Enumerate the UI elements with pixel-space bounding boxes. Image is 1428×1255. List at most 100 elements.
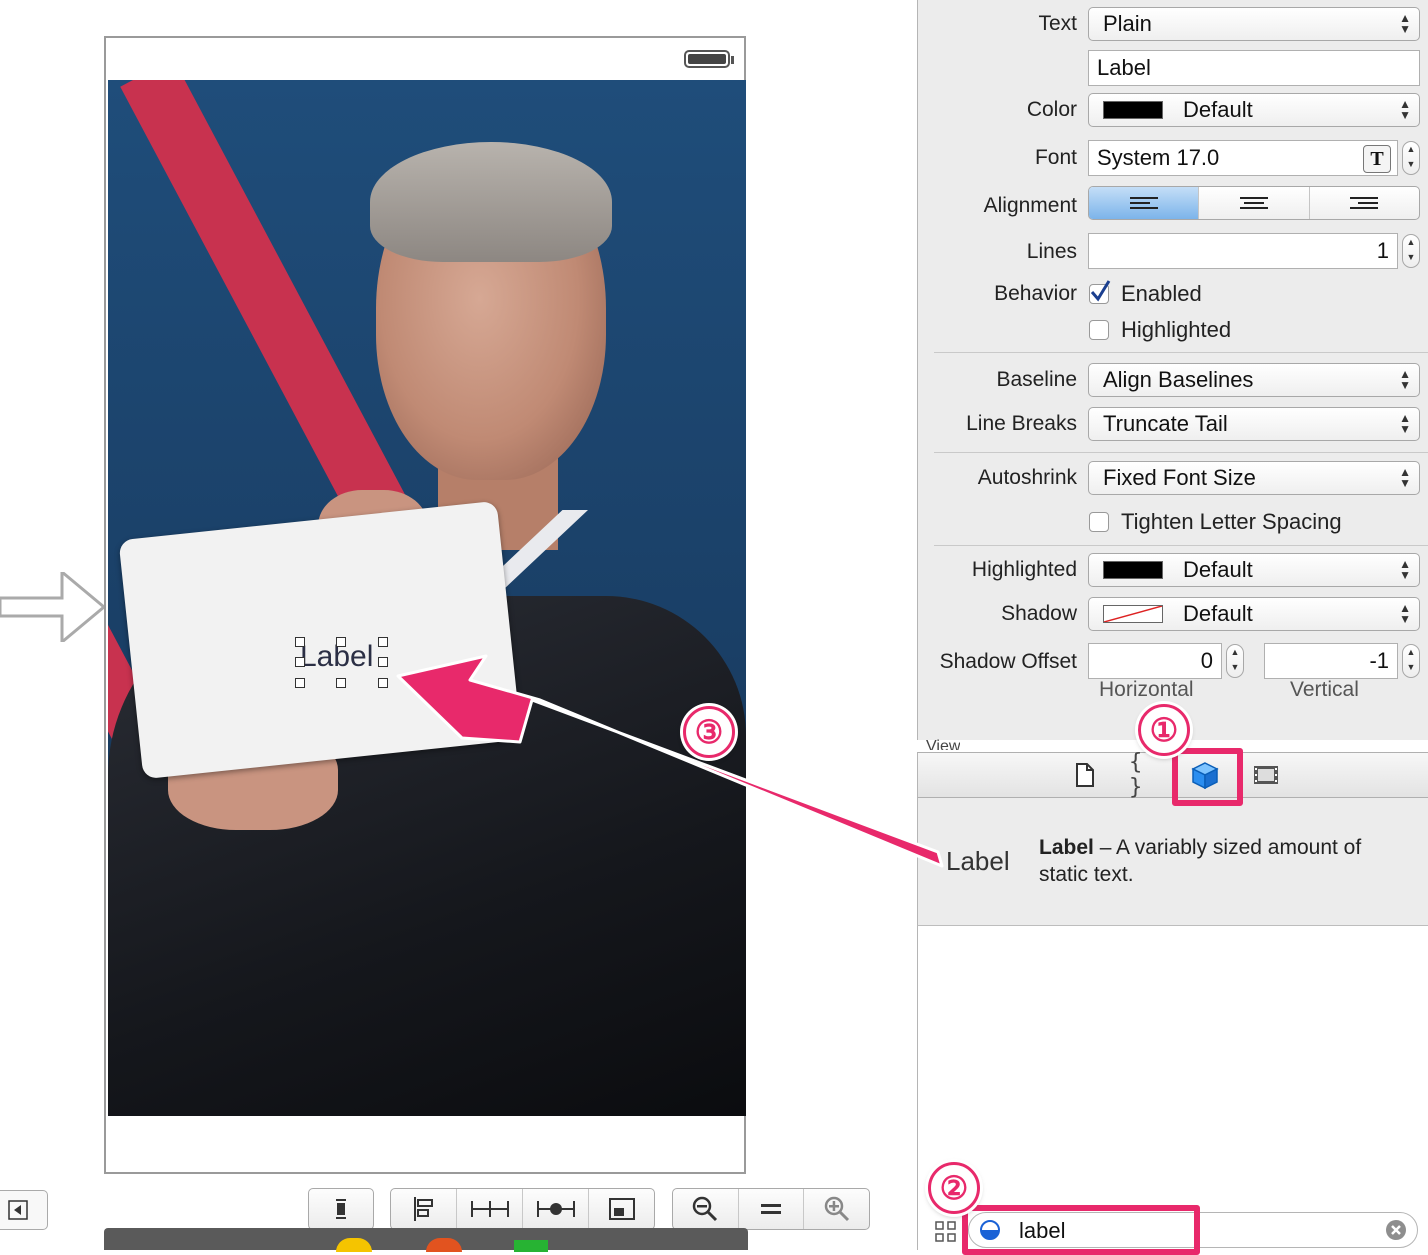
shadow-color-swatch [1103,605,1163,623]
resize-handle[interactable] [378,678,388,688]
popup-arrows-icon: ▲ ▼ [1399,11,1411,36]
code-snippet-tab[interactable]: { } [1129,750,1163,800]
lines-stepper[interactable]: ▲ ▼ [1402,234,1420,268]
popup-arrows-icon: ▲ ▼ [1399,557,1411,582]
shadow-offset-row-label: Shadow Offset [939,650,1077,673]
highlighted-color-swatch [1103,561,1163,579]
resize-handle[interactable] [378,657,388,667]
library-item-detail[interactable]: Label Label – A variably sized amount of… [917,798,1428,926]
battery-tip [731,56,734,64]
shadow-offset-horizontal-field[interactable]: 0 [1088,643,1222,679]
shadow-color-popup[interactable]: Default ▲ ▼ [1088,597,1420,631]
object-library-highlight [1172,748,1243,806]
file-template-tab[interactable] [1068,759,1102,791]
baseline-row-label: Baseline [996,368,1077,391]
step-1-badge: ① [1138,704,1190,756]
resize-handle[interactable] [295,637,305,647]
font-field[interactable]: System 17.0 T [1088,140,1398,176]
resolve-icon [536,1201,575,1217]
text-field[interactable]: Label [1088,50,1420,86]
zoom-fit-button[interactable] [739,1189,805,1229]
shadow-value: Default [1183,601,1253,626]
resize-handle[interactable] [336,637,346,647]
font-size-stepper[interactable]: ▲ ▼ [1402,141,1420,175]
font-value: System 17.0 [1097,145,1220,170]
text-type-popup[interactable]: Plain ▲ ▼ [1088,7,1420,41]
braces-icon: { } [1129,750,1143,800]
zoom-in-button[interactable] [804,1189,869,1229]
filter-highlight [962,1205,1200,1255]
grid-icon[interactable] [935,1221,957,1243]
align-right-button[interactable] [1310,187,1419,219]
highlighted-color-popup[interactable]: Default ▲ ▼ [1088,553,1420,587]
autoshrink-value: Fixed Font Size [1103,465,1256,490]
shadow-offset-vertical-field[interactable]: -1 [1264,643,1398,679]
label-preview: Label [946,846,1010,876]
align-center-button[interactable] [1199,187,1310,219]
alignment-row-label: Alignment [983,194,1077,217]
tighten-label: Tighten Letter Spacing [1121,509,1342,534]
highlighted-value: Default [1183,557,1253,582]
shadow-offset-v-value: -1 [1369,648,1389,673]
align-center-icon [1239,197,1268,209]
resize-handle[interactable] [295,678,305,688]
storyboard-canvas: Label [0,0,917,1252]
color-swatch [1103,101,1163,119]
tighten-checkbox[interactable] [1089,512,1109,532]
lines-field[interactable]: 1 [1088,233,1398,269]
text-row-label: Text [1038,12,1077,35]
resolve-button[interactable] [309,1189,373,1229]
shadow-offset-h-value: 0 [1200,648,1213,673]
enabled-checkbox[interactable] [1089,280,1111,304]
size-class-icon [336,1199,346,1219]
outline-toggle-button[interactable] [0,1190,48,1230]
zoom-in-icon [824,1196,849,1222]
align-left-button[interactable] [1089,187,1200,219]
zoom-out-icon [693,1196,718,1222]
popup-arrows-icon: ▲ ▼ [1399,411,1411,436]
vertical-sublabel: Vertical [1290,678,1359,701]
media-library-tab[interactable] [1249,759,1283,791]
highlighted-checkbox[interactable] [1089,320,1109,340]
resize-handle[interactable] [336,678,346,688]
scene-dock-icon[interactable] [514,1240,548,1252]
vertical-stepper[interactable]: ▲ ▼ [1402,644,1420,678]
color-value: Default [1183,97,1253,122]
popup-arrows-icon: ▲ ▼ [1399,465,1411,490]
resizing-button[interactable] [589,1189,654,1229]
color-popup[interactable]: Default ▲ ▼ [1088,93,1420,127]
clear-icon[interactable] [1385,1219,1407,1241]
lines-value: 1 [1376,238,1389,263]
zoom-fit-icon [761,1204,781,1214]
library-list[interactable] [917,926,1428,1250]
separator [934,452,1428,453]
resolve-layout-group [308,1188,374,1230]
attributes-inspector: Text Plain ▲ ▼ Label Color Default ▲ ▼ Fon… [917,0,1428,750]
resize-handle[interactable] [378,637,388,647]
scene-dock [104,1228,748,1252]
autoshrink-row-label: Autoshrink [977,466,1077,489]
line-breaks-row-label: Line Breaks [966,412,1077,435]
text-field-value: Label [1097,55,1151,80]
popup-arrows-icon: ▲ ▼ [1399,97,1411,122]
highlighted-row-label: Highlighted [971,558,1077,581]
resize-handle[interactable] [295,657,305,667]
person-hair [370,142,612,262]
pin-button[interactable] [457,1189,523,1229]
horizontal-stepper[interactable]: ▲ ▼ [1226,644,1244,678]
align-right-icon [1350,197,1379,209]
line-breaks-popup[interactable]: Truncate Tail ▲ ▼ [1088,407,1420,441]
horizontal-sublabel: Horizontal [1099,678,1194,701]
align-button[interactable] [391,1189,457,1229]
resolve-issues-button[interactable] [523,1189,589,1229]
font-row-label: Font [1034,146,1077,169]
resizing-icon [608,1198,635,1220]
baseline-popup[interactable]: Align Baselines ▲ ▼ [1088,363,1420,397]
font-picker-icon[interactable]: T [1363,145,1391,173]
baseline-value: Align Baselines [1103,367,1254,392]
zoom-out-button[interactable] [673,1189,739,1229]
autoshrink-popup[interactable]: Fixed Font Size ▲ ▼ [1088,461,1420,495]
separator [934,352,1428,353]
media-icon [1254,766,1278,784]
checkmark-icon [1090,280,1111,302]
